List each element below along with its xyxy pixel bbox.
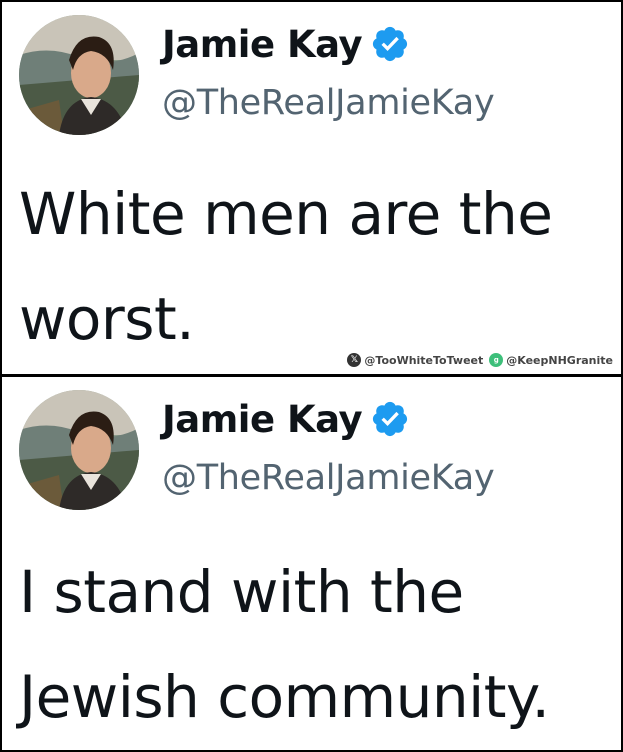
display-name[interactable]: Jamie Kay bbox=[162, 401, 363, 438]
display-name[interactable]: Jamie Kay bbox=[162, 26, 363, 63]
tweet-text: I stand with the Jewish community. bbox=[19, 558, 550, 731]
avatar[interactable] bbox=[19, 15, 139, 135]
avatar[interactable] bbox=[19, 390, 139, 510]
verified-badge-icon bbox=[370, 24, 410, 64]
watermark-gab-handle: @KeepNHGranite bbox=[506, 353, 613, 367]
tweet-text: White men are the worst. bbox=[19, 180, 553, 353]
verified-badge-icon bbox=[370, 399, 410, 439]
author-row: Jamie Kay bbox=[162, 24, 410, 64]
handle[interactable]: @TheRealJamieKay bbox=[162, 86, 495, 121]
handle[interactable]: @TheRealJamieKay bbox=[162, 461, 495, 496]
x-logo-icon: 𝕏 bbox=[347, 353, 362, 367]
gab-logo-icon: g bbox=[489, 353, 504, 367]
tweet-comparison: Jamie Kay @TheRealJamieKay White men are… bbox=[0, 0, 623, 752]
author-row: Jamie Kay bbox=[162, 399, 410, 439]
tweet-card-2[interactable]: Jamie Kay @TheRealJamieKay I stand with … bbox=[2, 377, 621, 750]
watermark-x-handle: @TooWhiteToTweet bbox=[364, 353, 484, 367]
tweet-card-1[interactable]: Jamie Kay @TheRealJamieKay White men are… bbox=[2, 2, 621, 374]
watermark: 𝕏 @TooWhiteToTweet g @KeepNHGranite bbox=[347, 353, 613, 367]
